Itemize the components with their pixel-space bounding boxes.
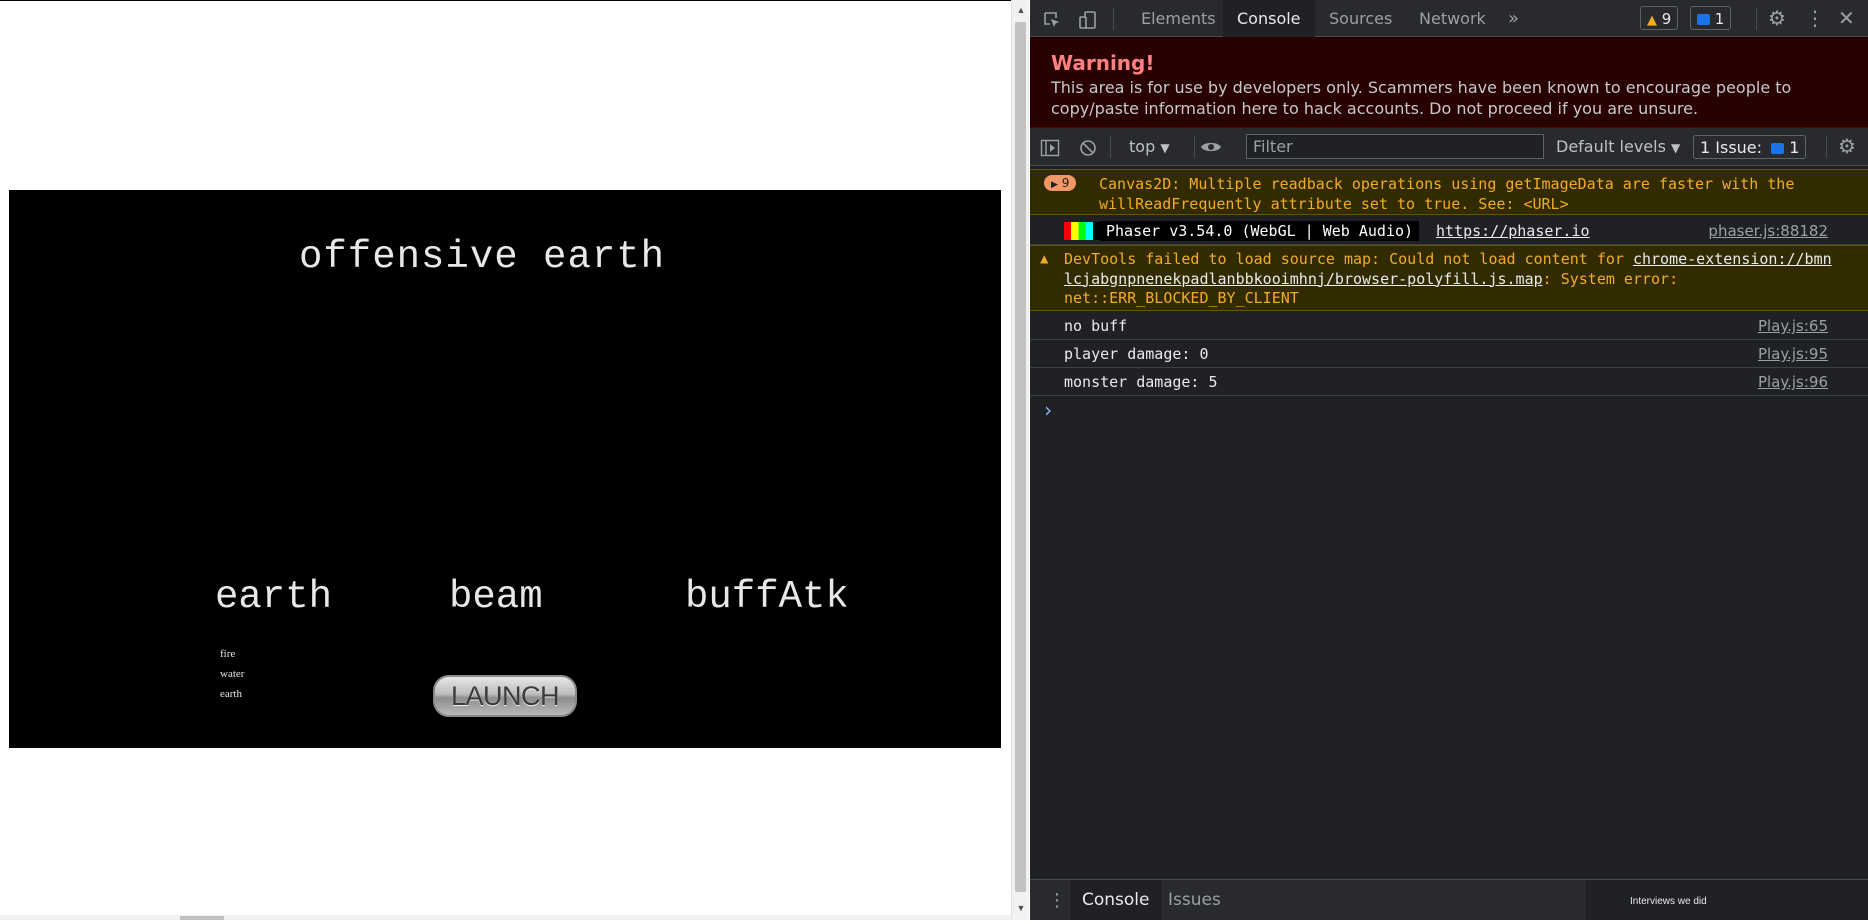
more-tabs-icon[interactable]: » — [1494, 0, 1533, 37]
chevron-down-icon: ▼ — [1671, 141, 1681, 155]
game-canvas[interactable]: offensive earth earth beam buffAtk fire … — [9, 190, 1001, 748]
devtools-drawer-tabs: ⋮ Console Issues Interviews we did — [1030, 879, 1868, 920]
log-source-link[interactable]: Play.js:96 — [1758, 373, 1828, 391]
live-expression-eye-icon[interactable] — [1200, 128, 1222, 165]
issues-count: 1 — [1789, 138, 1800, 157]
sourcemap-warning-prefix: DevTools failed to load source map: Coul… — [1064, 250, 1633, 268]
message-icon — [1771, 143, 1785, 154]
warning-title: Warning! — [1051, 51, 1155, 75]
warnings-badge[interactable]: ▲ 9 — [1640, 6, 1679, 30]
message-icon — [1697, 14, 1710, 25]
log-levels-label: Default levels — [1556, 137, 1666, 156]
settings-gear-icon[interactable]: ⚙ — [1768, 0, 1786, 37]
chevron-down-icon: ▼ — [1160, 141, 1170, 155]
devtools-toolbar: Elements Console Sources Network » ▲ 9 1… — [1030, 0, 1868, 37]
console-log-row[interactable]: player damage: 0 Play.js:95 — [1030, 340, 1868, 368]
toolbar-divider — [1826, 136, 1827, 158]
tab-console[interactable]: Console — [1223, 0, 1315, 37]
drawer-tab-console[interactable]: Console — [1070, 880, 1162, 920]
console-settings-icon[interactable]: ⚙ — [1838, 128, 1856, 165]
phaser-source-link[interactable]: phaser.js:88182 — [1708, 222, 1828, 240]
devtools-panel: Elements Console Sources Network » ▲ 9 1… — [1030, 0, 1868, 920]
toolbar-divider — [1110, 136, 1111, 158]
tab-network[interactable]: Network — [1405, 0, 1500, 37]
log-levels-dropdown[interactable]: Default levels ▼ — [1556, 128, 1680, 167]
warning-text: This area is for use by developers only.… — [1051, 78, 1792, 118]
log-text: player damage: 0 — [1064, 345, 1209, 363]
page-scrollbar[interactable]: ▲ ▼ — [1011, 0, 1029, 920]
launch-button[interactable]: LAUNCH — [433, 675, 577, 717]
overlay-popup[interactable]: Interviews we did — [1586, 880, 1868, 920]
drawer-tab-issues[interactable]: Issues — [1156, 880, 1233, 920]
console-filter-bar: top ▼ Filter Default levels ▼ 1 Issue: 1… — [1030, 128, 1868, 166]
horizontal-scrollbar-thumb[interactable] — [180, 916, 224, 920]
console-message-phaser[interactable]: Phaser v3.54.0 (WebGL | Web Audio) https… — [1030, 217, 1868, 245]
expand-triangle-icon: ▶ — [1051, 180, 1058, 190]
sourcemap-link-part2[interactable]: lcjabgnpnenekpadlanbbkooimhnj/browser-po… — [1064, 270, 1543, 288]
self-xss-warning: Warning! This area is for use by develop… — [1030, 37, 1868, 128]
log-source-link[interactable]: Play.js:65 — [1758, 317, 1828, 335]
option-beam[interactable]: beam — [449, 575, 543, 619]
element-fire[interactable]: fire — [220, 648, 235, 660]
sidebar-toggle-icon[interactable] — [1040, 128, 1060, 165]
toolbar-divider — [1756, 8, 1757, 30]
toolbar-divider — [1194, 136, 1195, 158]
option-buffatk[interactable]: buffAtk — [685, 575, 849, 619]
repeat-count-badge[interactable]: ▶ 9 — [1044, 175, 1077, 191]
sourcemap-warning-text: DevTools failed to load source map: Coul… — [1064, 250, 1844, 309]
console-message-sourcemap-warning[interactable]: ▲ DevTools failed to load source map: Co… — [1030, 245, 1868, 311]
sourcemap-error-code: net::ERR_BLOCKED_BY_CLIENT — [1064, 289, 1299, 307]
page-top-border — [0, 0, 1011, 1]
canvas-warning-text: Canvas2D: Multiple readback operations u… — [1099, 175, 1795, 213]
sourcemap-link-part1[interactable]: chrome-extension://bmn — [1633, 250, 1832, 268]
warning-triangle-icon: ▲ — [1040, 251, 1049, 267]
console-input-area[interactable] — [1060, 400, 1860, 870]
phaser-link[interactable]: https://phaser.io — [1436, 221, 1590, 241]
horizontal-scrollbar[interactable] — [0, 915, 1011, 920]
page-viewport: offensive earth earth beam buffAtk fire … — [0, 0, 1011, 920]
log-source-link[interactable]: Play.js:95 — [1758, 345, 1828, 363]
warning-triangle-icon: ▲ — [1647, 13, 1657, 28]
phaser-version-text: Phaser v3.54.0 (WebGL | Web Audio) — [1100, 221, 1420, 241]
more-options-icon[interactable]: ⋮ — [1805, 0, 1825, 37]
drawer-menu-icon[interactable]: ⋮ — [1048, 881, 1066, 921]
scrollbar-thumb[interactable] — [1015, 22, 1026, 892]
tab-sources[interactable]: Sources — [1315, 0, 1406, 37]
tab-elements[interactable]: Elements — [1127, 0, 1230, 37]
messages-count: 1 — [1714, 10, 1725, 28]
console-prompt-icon[interactable]: › — [1042, 398, 1054, 422]
messages-badge[interactable]: 1 — [1690, 6, 1732, 30]
console-log-row[interactable]: monster damage: 5 Play.js:96 — [1030, 368, 1868, 396]
context-selector[interactable]: top ▼ — [1129, 128, 1170, 167]
element-earth[interactable]: earth — [220, 688, 242, 700]
scroll-up-icon[interactable]: ▲ — [1012, 2, 1030, 18]
log-text: no buff — [1064, 317, 1128, 335]
context-selector-label: top — [1129, 137, 1156, 156]
filter-input[interactable]: Filter — [1246, 134, 1544, 159]
console-message-canvas-warning[interactable]: ▶ 9 Canvas2D: Multiple readback operatio… — [1030, 169, 1868, 215]
inspect-element-icon[interactable] — [1042, 0, 1062, 37]
issues-button[interactable]: 1 Issue: 1 — [1693, 135, 1807, 159]
issues-label: 1 Issue: — [1700, 138, 1763, 157]
warnings-count: 9 — [1661, 10, 1672, 28]
element-water[interactable]: water — [220, 668, 244, 680]
close-devtools-icon[interactable]: ✕ — [1838, 0, 1855, 37]
game-title: offensive earth — [299, 235, 666, 279]
log-text: monster damage: 5 — [1064, 373, 1218, 391]
device-toolbar-icon[interactable] — [1078, 0, 1098, 37]
toolbar-divider — [1113, 8, 1114, 30]
console-log-row[interactable]: no buff Play.js:65 — [1030, 312, 1868, 340]
scroll-down-icon[interactable]: ▼ — [1012, 900, 1030, 916]
option-earth[interactable]: earth — [215, 575, 332, 619]
phaser-color-strip — [1064, 222, 1100, 240]
clear-console-icon[interactable] — [1079, 128, 1097, 165]
sourcemap-warning-suffix: : System error: — [1542, 269, 1679, 288]
repeat-count: 9 — [1061, 176, 1070, 190]
